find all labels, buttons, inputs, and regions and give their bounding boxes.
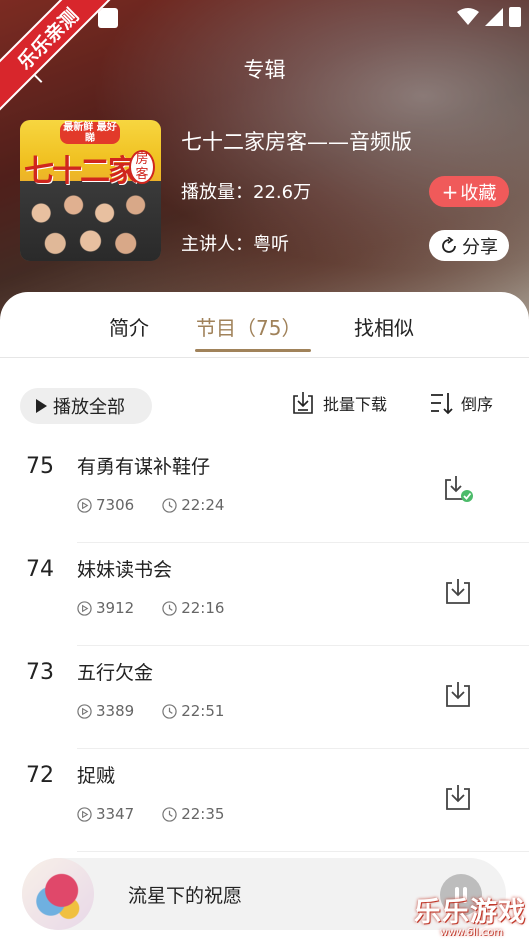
page-title: 专辑 xyxy=(243,58,286,82)
tab-intro[interactable]: 简介 xyxy=(109,312,149,341)
plus-icon: + xyxy=(441,179,459,204)
batch-download-button[interactable]: 批量下载 xyxy=(291,391,387,415)
episode-toolbar: 播放全部 批量下载 倒序 xyxy=(0,388,529,424)
episode-row[interactable]: 72 捉贼 3347 22:35 xyxy=(0,749,529,852)
episode-play-count: 7306 xyxy=(96,496,135,514)
album-title: 七十二家房客——音频版 xyxy=(181,130,412,154)
episode-play-count: 3347 xyxy=(96,805,135,823)
episode-duration-text: 22:16 xyxy=(181,599,225,617)
speaker-name: 主讲人：粤听 xyxy=(181,234,289,255)
cover-cast-photo xyxy=(20,181,161,261)
reverse-order-button[interactable]: 倒序 xyxy=(429,391,493,415)
play-count-icon xyxy=(77,497,92,513)
episode-number: 72 xyxy=(26,763,54,788)
play-count-icon xyxy=(77,703,92,719)
episode-row[interactable]: 74 妹妹读书会 3912 22:16 xyxy=(0,543,529,646)
episode-title: 五行欠金 xyxy=(77,662,154,684)
duration-icon xyxy=(162,497,177,513)
play-count-icon xyxy=(77,600,92,616)
episode-row[interactable]: 75 有勇有谋补鞋仔 7306 22:24 xyxy=(0,440,529,543)
duration-icon xyxy=(162,600,177,616)
episode-duration-text: 22:51 xyxy=(181,702,225,720)
batch-download-label: 批量下载 xyxy=(323,395,388,414)
episode-play-count: 3389 xyxy=(96,702,135,720)
play-all-label: 播放全部 xyxy=(53,397,125,418)
battery-icon xyxy=(509,7,521,27)
tab-bar: 简介 节目（75） 找相似 xyxy=(0,292,529,358)
episode-number: 74 xyxy=(26,557,54,582)
episode-play-count: 3912 xyxy=(96,599,135,617)
signal-icon xyxy=(485,8,503,26)
play-icon xyxy=(36,399,47,413)
status-icons xyxy=(457,7,521,27)
share-button[interactable]: 分享 xyxy=(429,230,509,261)
episode-meta: 3389 22:51 xyxy=(77,702,252,720)
downloaded-icon[interactable] xyxy=(443,474,473,504)
episode-title: 妹妹读书会 xyxy=(77,559,173,581)
collect-button[interactable]: + 收藏 xyxy=(429,176,509,207)
brand-watermark: 乐乐游戏 www.6ll.com xyxy=(414,890,529,942)
episode-meta: 3347 22:35 xyxy=(77,805,252,823)
cover-subtitle: 房客 xyxy=(129,150,155,184)
download-icon[interactable] xyxy=(443,783,473,813)
duration-icon xyxy=(162,703,177,719)
episode-duration: 22:51 xyxy=(162,702,224,720)
episode-number: 73 xyxy=(26,660,54,685)
now-playing-cover[interactable] xyxy=(22,858,94,930)
episode-duration-text: 22:35 xyxy=(181,805,225,823)
duration-icon xyxy=(162,806,177,822)
play-count: 播放量：22.6万 xyxy=(181,182,312,203)
episode-meta: 7306 22:24 xyxy=(77,496,252,514)
episode-row[interactable]: 73 五行欠金 3389 22:51 xyxy=(0,646,529,749)
episode-title: 有勇有谋补鞋仔 xyxy=(77,456,211,478)
episode-plays: 7306 xyxy=(77,496,134,514)
episode-number: 75 xyxy=(26,454,54,479)
now-playing-title: 流星下的祝愿 xyxy=(128,885,243,907)
episode-duration: 22:24 xyxy=(162,496,224,514)
batch-download-icon xyxy=(293,392,313,414)
cover-badge: 最新鲜 最好睇 xyxy=(60,122,120,144)
active-tab-indicator xyxy=(195,349,311,352)
album-cover: 最新鲜 最好睇 七十二家 房客 xyxy=(20,120,161,261)
wifi-icon xyxy=(457,8,479,25)
play-all-button[interactable]: 播放全部 xyxy=(20,388,152,424)
episode-duration: 22:16 xyxy=(162,599,224,617)
download-icon[interactable] xyxy=(443,577,473,607)
episode-title: 捉贼 xyxy=(77,765,116,787)
notification-icon xyxy=(98,8,118,28)
brand-watermark-text: 乐乐游戏 xyxy=(414,897,526,928)
download-icon[interactable] xyxy=(443,680,473,710)
tab-episodes[interactable]: 节目（75） xyxy=(196,312,301,341)
reverse-order-label: 倒序 xyxy=(461,395,494,414)
episode-duration: 22:35 xyxy=(162,805,224,823)
episode-duration-text: 22:24 xyxy=(181,496,225,514)
episode-plays: 3912 xyxy=(77,599,134,617)
play-count-icon xyxy=(77,806,92,822)
sort-icon xyxy=(431,393,453,415)
collect-label: 收藏 xyxy=(460,182,497,204)
share-icon xyxy=(442,236,456,253)
row-divider xyxy=(77,851,529,852)
episode-plays: 3347 xyxy=(77,805,134,823)
tab-similar[interactable]: 找相似 xyxy=(354,312,414,341)
share-label: 分享 xyxy=(462,236,498,258)
episode-plays: 3389 xyxy=(77,702,134,720)
episode-meta: 3912 22:16 xyxy=(77,599,252,617)
